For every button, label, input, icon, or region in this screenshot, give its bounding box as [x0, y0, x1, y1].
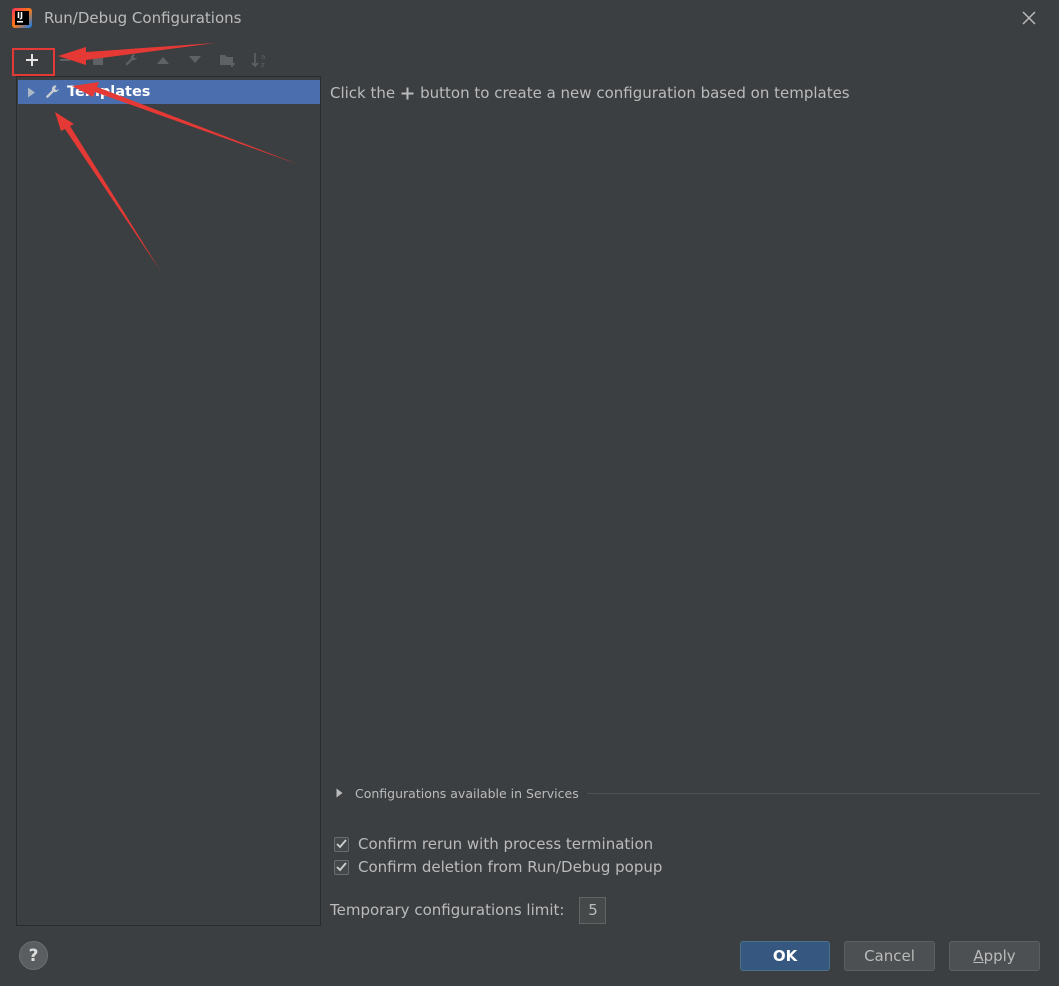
services-label: Configurations available in Services [355, 785, 579, 801]
apply-label-rest: pply [983, 947, 1016, 965]
confirm-deletion-label: Confirm deletion from Run/Debug popup [358, 858, 663, 876]
add-configuration-button[interactable] [18, 46, 46, 74]
apply-mnemonic: A [973, 947, 984, 965]
confirm-rerun-option[interactable]: Confirm rerun with process termination [334, 834, 653, 854]
arrow-down-icon [189, 56, 201, 63]
temporary-limit-row: Temporary configurations limit: 5 [330, 896, 607, 924]
confirm-rerun-label: Confirm rerun with process termination [358, 835, 654, 853]
svg-text:a: a [261, 53, 265, 61]
window-title: Run/Debug Configurations [44, 9, 242, 27]
move-up-button[interactable] [149, 46, 177, 74]
minus-icon [60, 59, 70, 61]
app-icon-text: IJ [17, 11, 23, 20]
new-folder-icon [220, 55, 235, 67]
wrench-icon [125, 54, 137, 66]
tree-item-label: Templates [67, 84, 151, 100]
sort-configurations-button[interactable]: a z [246, 46, 274, 74]
hint-prefix: Click the [330, 84, 396, 102]
svg-text:z: z [261, 61, 265, 69]
tree-item-templates[interactable]: Templates [18, 80, 320, 104]
collapse-arrow-icon[interactable] [336, 788, 348, 798]
services-section[interactable]: Configurations available in Services [336, 783, 1040, 803]
edit-templates-button[interactable] [117, 46, 145, 74]
run-debug-dialog: IJ Run/Debug Configurations a z Template… [0, 0, 1059, 986]
ok-button[interactable]: OK [740, 941, 830, 971]
cancel-button[interactable]: Cancel [844, 941, 935, 971]
confirm-rerun-checkbox[interactable] [334, 836, 349, 852]
plus-icon [26, 54, 38, 66]
section-divider [586, 792, 1040, 794]
plus-icon [401, 87, 414, 100]
confirm-deletion-checkbox[interactable] [334, 859, 349, 875]
copy-configuration-button[interactable] [84, 46, 112, 74]
wrench-icon [43, 83, 65, 101]
arrow-up-icon [157, 57, 169, 64]
configurations-tree[interactable]: Templates [16, 76, 321, 926]
close-button[interactable] [1014, 4, 1044, 32]
remove-configuration-button[interactable] [51, 46, 79, 74]
temporary-limit-input[interactable]: 5 [579, 896, 607, 924]
close-icon [1022, 11, 1036, 25]
confirm-deletion-option[interactable]: Confirm deletion from Run/Debug popup [334, 857, 662, 877]
move-down-button[interactable] [181, 46, 209, 74]
checkmark-icon [336, 839, 347, 849]
sort-alpha-icon: a z [251, 53, 265, 69]
expand-arrow-icon[interactable] [22, 87, 40, 98]
intellij-app-icon: IJ [11, 7, 33, 29]
hint-suffix: button to create a new configuration bas… [420, 84, 850, 102]
apply-button[interactable]: Apply [949, 941, 1040, 971]
title-bar: IJ Run/Debug Configurations [0, 0, 1059, 38]
copy-icon [93, 56, 103, 65]
checkmark-icon [336, 862, 347, 872]
temporary-limit-label: Temporary configurations limit: [330, 901, 565, 919]
new-folder-button[interactable] [214, 46, 242, 74]
empty-state-hint: Click the button to create a new configu… [330, 84, 850, 102]
help-button[interactable]: ? [19, 941, 48, 970]
